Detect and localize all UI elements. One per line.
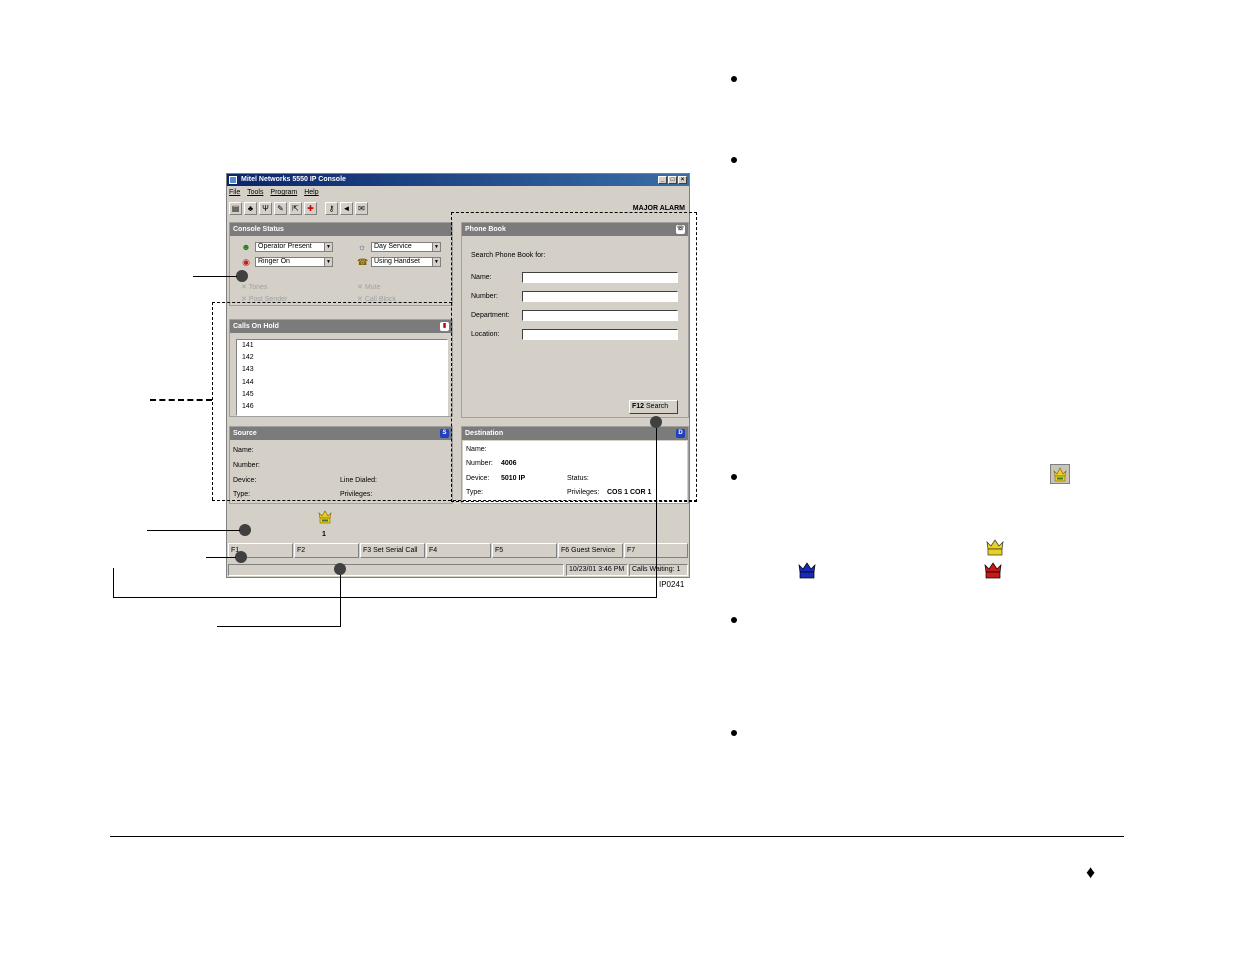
f6-key[interactable]: F6 Guest Service <box>558 543 623 558</box>
bullet-point <box>731 157 737 163</box>
bullet-point <box>731 474 737 480</box>
antenna-icon[interactable]: Ψ <box>259 202 272 215</box>
leader-line <box>206 557 236 558</box>
menu-program[interactable]: Program <box>270 189 297 196</box>
emergency-icon[interactable]: ✚ <box>304 202 317 215</box>
console-status-panel: Console Status ☻ Operator Present ▼ ☼ Day… <box>229 222 453 306</box>
bullet-point <box>731 617 737 623</box>
f7-label: F7 <box>627 547 636 554</box>
footer-rule <box>110 836 1124 837</box>
leader-line <box>147 530 240 531</box>
f3-text: Set Serial Call <box>373 547 418 554</box>
leader-line <box>217 626 341 627</box>
callout-marker <box>650 416 662 428</box>
exit-icon[interactable]: ⇱ <box>289 202 302 215</box>
leader-dashed <box>150 399 212 401</box>
f4-key[interactable]: F4 <box>426 543 491 558</box>
ringer-select[interactable]: Ringer On ▼ <box>255 257 333 267</box>
leader-line <box>656 428 657 598</box>
service-value: Day Service <box>374 243 412 250</box>
f6-label: F6 <box>561 547 570 554</box>
call-area-outline-bottom <box>212 500 697 501</box>
callout-marker <box>235 551 247 563</box>
day-service-icon: ☼ <box>357 242 367 252</box>
speaker-icon[interactable]: ◄ <box>340 202 353 215</box>
mute-toggle[interactable]: ✕ Mute <box>357 283 380 291</box>
f3-label: F3 <box>363 547 372 554</box>
callout-marker <box>239 524 251 536</box>
major-alarm-label: MAJOR ALARM <box>632 205 685 212</box>
tones-toggle[interactable]: ✕ Tones <box>241 283 267 291</box>
window-title: Mitel Networks 5550 IP Console <box>241 176 346 183</box>
leader-line <box>193 276 237 277</box>
f5-label: F5 <box>495 547 504 554</box>
chevron-down-icon: ▼ <box>324 258 332 266</box>
key-icon[interactable]: ⚷ <box>325 202 338 215</box>
console-status-header: Console Status <box>230 223 452 236</box>
phone-waiting-icon <box>1050 464 1070 484</box>
leader-line <box>113 597 657 598</box>
callout-marker <box>334 563 346 575</box>
service-select[interactable]: Day Service ▼ <box>371 242 441 252</box>
menu-file[interactable]: File <box>229 189 240 196</box>
diamond-icon: ♦ <box>1086 862 1096 882</box>
status-message <box>228 564 564 576</box>
callout-marker <box>236 270 248 282</box>
waiting-count: 1 <box>322 531 326 538</box>
mute-label: Mute <box>364 284 381 291</box>
menu-bar: File Tools Program Help <box>229 187 324 198</box>
bullet-point <box>731 76 737 82</box>
ringer-icon: ◉ <box>242 257 250 267</box>
handset-select[interactable]: Using Handset ▼ <box>371 257 441 267</box>
menu-tools[interactable]: Tools <box>247 189 263 196</box>
status-datetime: 10/23/01 3:46 PM <box>566 564 628 576</box>
leader-line <box>340 575 341 626</box>
f5-key[interactable]: F5 <box>492 543 557 558</box>
yellow-crown-icon <box>985 538 1005 561</box>
operator-value: Operator Present <box>258 243 312 250</box>
chevron-down-icon: ▼ <box>432 258 440 266</box>
f3-key[interactable]: F3 Set Serial Call <box>360 543 425 558</box>
operator-select[interactable]: Operator Present ▼ <box>255 242 333 252</box>
operator-icon: ☻ <box>241 242 251 252</box>
handset-value: Using Handset <box>374 258 420 265</box>
blue-crown-icon <box>797 561 817 584</box>
chevron-down-icon: ▼ <box>432 243 440 251</box>
f4-label: F4 <box>429 547 438 554</box>
minimize-button[interactable]: _ <box>658 176 667 184</box>
app-icon <box>229 176 237 184</box>
close-button[interactable]: × <box>678 176 687 184</box>
red-crown-icon <box>983 561 1003 584</box>
mail-icon[interactable]: ✉ <box>355 202 368 215</box>
waiting-call-crown-icon <box>317 510 333 524</box>
window-title-bar: Mitel Networks 5550 IP Console _ □ × <box>227 174 689 186</box>
call-area-outline <box>212 302 452 500</box>
status-calls-waiting: Calls Waiting: 1 <box>629 564 688 576</box>
edit-icon[interactable]: ✎ <box>274 202 287 215</box>
tones-label: Tones <box>248 284 268 291</box>
transfer-icon[interactable]: ♣ <box>244 202 257 215</box>
chevron-down-icon: ▼ <box>324 243 332 251</box>
ringer-value: Ringer On <box>258 258 290 265</box>
f2-label: F2 <box>297 547 306 554</box>
f2-key[interactable]: F2 <box>294 543 359 558</box>
book-icon[interactable]: ▤ <box>229 202 242 215</box>
leader-line <box>113 568 114 598</box>
maximize-button[interactable]: □ <box>668 176 677 184</box>
handset-icon: ☎ <box>357 257 369 267</box>
f6-text: Guest Service <box>571 547 616 554</box>
phone-book-outline <box>451 212 697 502</box>
menu-help[interactable]: Help <box>304 189 318 196</box>
bullet-point <box>731 730 737 736</box>
figure-id: IP0241 <box>659 580 685 589</box>
